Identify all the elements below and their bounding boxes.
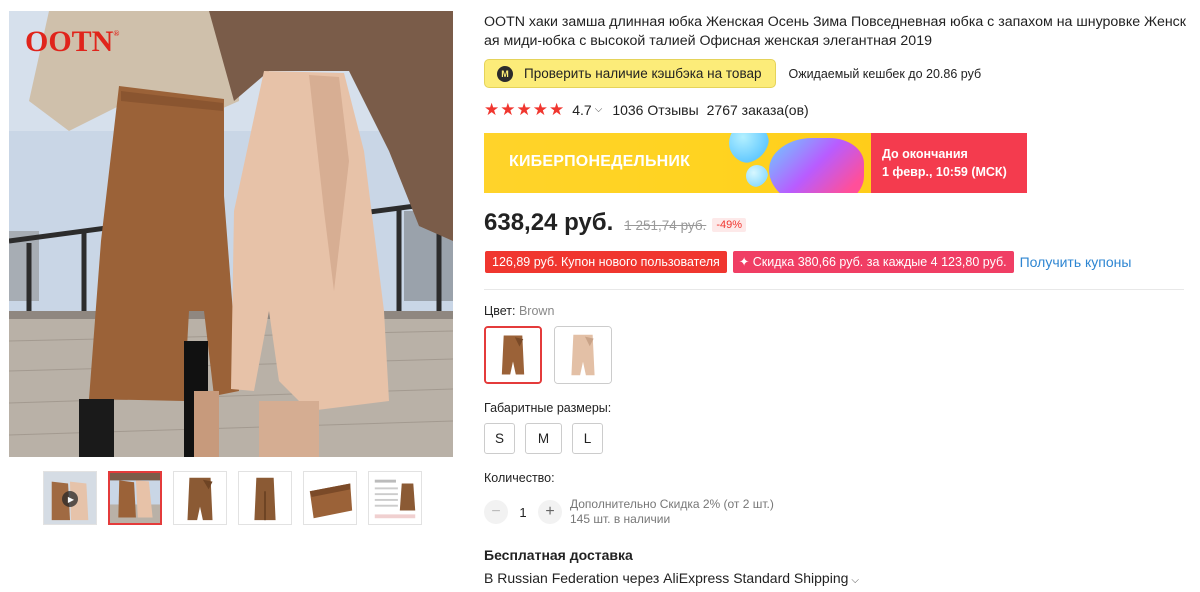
brown-skirt-image [486, 328, 540, 382]
orders-count: 2767 заказа(ов) [706, 101, 809, 118]
check-cashback-button[interactable]: M Проверить наличие кэшбэка на товар [484, 59, 777, 88]
check-cashback-label: Проверить наличие кэшбэка на товар [524, 66, 762, 81]
product-title: OOTN хаки замша длинная юбка Женская Осе… [484, 14, 1186, 49]
promo-bubble-decoration [729, 133, 769, 163]
cashback-m-icon: M [497, 65, 513, 82]
main-product-image[interactable]: OOTN® [9, 11, 453, 457]
thumb-fabric-detail[interactable] [303, 471, 357, 525]
thumb-size-chart[interactable] [368, 471, 422, 525]
store-discount-coupon[interactable]: ✦ Скидка 380,66 руб. за каждые 4 123,80 … [732, 251, 1014, 273]
thumb-size-chart-image [369, 472, 421, 524]
quantity-info: Дополнительно Скидка 2% (от 2 шт.) 145 ш… [570, 497, 774, 527]
divider [484, 289, 1184, 290]
promo-left-panel: КИБЕРПОНЕДЕЛЬНИК [484, 133, 871, 193]
discount-badge: -49% [712, 218, 746, 232]
color-swatch-brown[interactable] [484, 326, 542, 384]
get-coupons-link[interactable]: Получить купоны [1020, 254, 1132, 270]
star-icon: ★ [532, 100, 548, 119]
thumb-brown-front-image [174, 472, 226, 524]
old-price: 1 251,74 руб. [624, 218, 707, 233]
promo-title: КИБЕРПОНЕДЕЛЬНИК [509, 153, 691, 170]
promo-bubble-decoration [746, 165, 768, 187]
countdown-date: 1 февр., 10:59 (МСК) [882, 165, 1007, 179]
play-icon: ▶ [62, 491, 78, 507]
quantity-stepper: − 1 + Дополнительно Скидка 2% (от 2 шт.)… [484, 497, 774, 527]
coupons-row: 126,89 руб. Купон нового пользователя ✦ … [485, 251, 1131, 273]
size-option-s[interactable]: S [484, 423, 515, 454]
thumb-brown-front[interactable] [173, 471, 227, 525]
brand-logo: OOTN® [25, 25, 120, 58]
price-row: 638,24 руб. 1 251,74 руб. -49% [484, 209, 746, 237]
decrease-quantity-button[interactable]: − [484, 500, 508, 524]
thumb-brown-side[interactable] [238, 471, 292, 525]
bulk-discount-note: Дополнительно Скидка 2% (от 2 шт.) [570, 497, 774, 511]
thumb-fabric-detail-image [304, 472, 356, 524]
thumb-brown-side-image [239, 472, 291, 524]
size-option-l[interactable]: L [572, 423, 603, 454]
quantity-label: Количество: [484, 471, 555, 485]
thumb-two-models[interactable] [108, 471, 162, 525]
star-icon: ★ [500, 100, 516, 119]
star-icon: ★ [516, 100, 532, 119]
shipping-title: Бесплатная доставка [484, 547, 633, 563]
color-swatch-beige[interactable] [554, 326, 612, 384]
product-photo [9, 11, 453, 457]
shipping-method-selector[interactable]: В Russian Federation через AliExpress St… [484, 570, 859, 586]
rating-value: 4.7 [572, 101, 592, 118]
color-swatches [484, 326, 612, 384]
shipping-description: В Russian Federation через AliExpress St… [484, 570, 849, 586]
promo-wave-decoration [769, 138, 864, 193]
beige-skirt-image [555, 327, 611, 383]
cyber-monday-banner[interactable]: КИБЕРПОНЕДЕЛЬНИК До окончания 1 февр., 1… [484, 133, 1027, 193]
size-label: Габаритные размеры: [484, 401, 612, 415]
star-icon: ★ [549, 100, 565, 119]
countdown-label: До окончания [882, 147, 968, 161]
color-label-text: Цвет: [484, 304, 519, 318]
promo-countdown: До окончания 1 февр., 10:59 (МСК) [871, 133, 1027, 193]
chevron-down-icon: ⌵ [851, 575, 859, 586]
size-option-m[interactable]: M [525, 423, 562, 454]
increase-quantity-button[interactable]: + [538, 500, 562, 524]
star-icon: ★ [484, 100, 500, 119]
new-user-coupon[interactable]: 126,89 руб. Купон нового пользователя [485, 251, 727, 273]
thumb-two-models-image [110, 473, 160, 523]
chevron-down-icon[interactable]: ⌵ [595, 104, 603, 115]
size-options: S M L [484, 423, 603, 454]
thumb-video[interactable]: ▶ [43, 471, 97, 525]
rating-row: ★ ★ ★ ★ ★ 4.7 ⌵ 1036 Отзывы 2767 заказа(… [484, 101, 809, 118]
expected-cashback: Ожидаемый кешбек до 20.86 руб [788, 66, 982, 81]
quantity-input[interactable]: 1 [508, 505, 538, 520]
color-value: Brown [518, 304, 555, 318]
reviews-link[interactable]: 1036 Отзывы [612, 102, 698, 118]
star-rating: ★ ★ ★ ★ ★ [484, 101, 564, 118]
color-label: Цвет: Brown [484, 304, 554, 318]
stock-count: 145 шт. в наличии [570, 512, 671, 526]
cashback-row: M Проверить наличие кэшбэка на товар Ожи… [484, 59, 981, 88]
thumbnail-strip: ▶ [43, 471, 422, 525]
current-price: 638,24 руб. [484, 209, 614, 236]
